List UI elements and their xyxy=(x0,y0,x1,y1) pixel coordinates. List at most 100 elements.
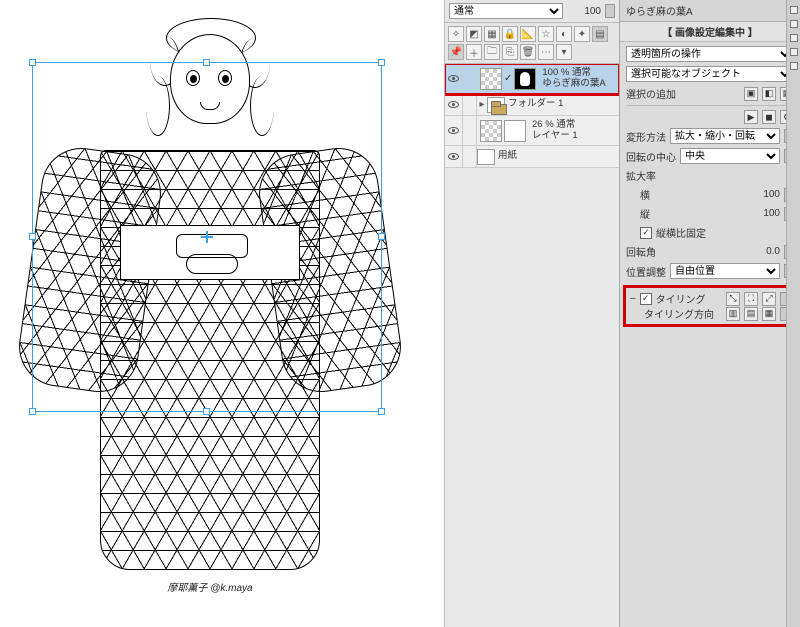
layer-row-folder1[interactable]: ▸ フォルダー 1 xyxy=(445,94,619,116)
tiling-dir-h-icon[interactable]: ▥ xyxy=(726,307,740,321)
visibility-toggle[interactable] xyxy=(445,64,463,93)
bbox-handle-tm[interactable] xyxy=(203,59,210,66)
eye-icon xyxy=(448,101,459,108)
artist-signature: 摩耶薫子 @k.maya xyxy=(167,579,252,594)
lock-cell[interactable] xyxy=(463,146,477,167)
tool-clip-icon[interactable]: ◩ xyxy=(466,26,482,42)
strip-btn-4[interactable] xyxy=(790,48,798,56)
layer-name: 用紙 xyxy=(498,151,619,162)
tiling-expand-icon[interactable]: – xyxy=(630,293,636,304)
bbox-handle-bl[interactable] xyxy=(29,408,36,415)
play-icon[interactable]: ▶ xyxy=(744,110,758,124)
tool-pin-icon[interactable]: 📌 xyxy=(448,44,464,60)
blend-mode-select[interactable]: 通常 xyxy=(449,3,563,19)
layer-row-pattern[interactable]: ✓ 100 % 通常 ゆらぎ麻の葉A xyxy=(445,64,619,94)
bbox-pivot[interactable] xyxy=(201,231,213,243)
add-sel-mode-1-icon[interactable]: ▣ xyxy=(744,87,758,101)
tiling-dir-both-icon[interactable]: ▦ xyxy=(762,307,776,321)
layer-opacity-value: 100 xyxy=(567,6,601,17)
bbox-handle-bm[interactable] xyxy=(203,408,210,415)
prop-panel-title: ゆらぎ麻の葉A xyxy=(620,0,800,22)
transform-method-select[interactable]: 拡大・縮小・回転 xyxy=(670,128,780,144)
scale-header: 拡大率 xyxy=(626,168,656,183)
tool-opts-icon[interactable]: ⋯ xyxy=(538,44,554,60)
layer-opacity-mode: 26 % 通常 xyxy=(532,120,619,131)
tool-delete-icon[interactable]: 🗑 xyxy=(520,44,536,60)
tiling-section-highlight: – タイリング ⤡ ⛶ ⤢ タイリング方向 ▥ ▤ ▦ xyxy=(623,285,797,327)
layer-panel: 通常 100 ✧ ◩ ▦ 🔒 📐 ☆ ◐ ✦ ▤ 📌 ＋ 🗀 ⎘ 🗑 ⋯ ▾ xyxy=(445,0,620,627)
strip-btn-5[interactable] xyxy=(790,62,798,70)
bbox-handle-ml[interactable] xyxy=(29,233,36,240)
tool-more-icon[interactable]: ▾ xyxy=(556,44,572,60)
keep-aspect-checkbox[interactable] xyxy=(640,227,652,239)
transform-method-label: 変形方法 xyxy=(626,129,666,144)
keep-aspect-label: 縦横比固定 xyxy=(656,225,706,240)
layer-row-paper[interactable]: 用紙 xyxy=(445,146,619,168)
tool-new-layer-icon[interactable]: ＋ xyxy=(466,44,482,60)
tool-wand-icon[interactable]: ✧ xyxy=(448,26,464,42)
canvas[interactable]: 摩耶薫子 @k.maya xyxy=(0,0,444,627)
layer-name: ゆらぎ麻の葉A xyxy=(542,79,619,90)
folder-expand-icon[interactable]: ▸ xyxy=(477,99,487,110)
lock-cell[interactable] xyxy=(463,94,477,115)
scale-h-value: 100 xyxy=(742,208,780,219)
transparent-area-select[interactable]: 透明箇所の操作 xyxy=(626,46,794,62)
tool-effect-icon[interactable]: ✦ xyxy=(574,26,590,42)
layer-name: レイヤー 1 xyxy=(532,131,619,142)
tool-lock-alpha-icon[interactable]: ▦ xyxy=(484,26,500,42)
stop-icon[interactable]: ◼ xyxy=(762,110,776,124)
transform-bounding-box[interactable] xyxy=(32,62,382,412)
tool-mask-icon[interactable]: ◐ xyxy=(556,26,572,42)
rotation-label: 回転角 xyxy=(626,244,656,259)
strip-btn-1[interactable] xyxy=(790,6,798,14)
scale-h-label: 縦 xyxy=(640,206,650,221)
visibility-toggle[interactable] xyxy=(445,146,463,167)
strip-btn-3[interactable] xyxy=(790,34,798,42)
prop-section-header: 【 画像設定編集中 】 xyxy=(620,22,800,42)
layer-list: ✓ 100 % 通常 ゆらぎ麻の葉A ▸ フォルダー 1 xyxy=(445,64,619,627)
layer-row-layer1[interactable]: 26 % 通常 レイヤー 1 xyxy=(445,116,619,146)
bbox-handle-mr[interactable] xyxy=(378,233,385,240)
rotation-value: 0.0 xyxy=(742,246,780,257)
position-select[interactable]: 自由位置 xyxy=(670,263,780,279)
bbox-handle-tl[interactable] xyxy=(29,59,36,66)
add-sel-mode-2-icon[interactable]: ◧ xyxy=(762,87,776,101)
layer-thumb-checker xyxy=(480,120,502,142)
eye-icon xyxy=(448,75,459,82)
tool-lock-icon[interactable]: 🔒 xyxy=(502,26,518,42)
canvas-area[interactable]: … × 2202 … 21/27 (100.00 x 105.00mm 裏サイズ… xyxy=(0,0,445,627)
layer-name: フォルダー 1 xyxy=(508,99,619,110)
tool-link-icon[interactable]: ⎘ xyxy=(502,44,518,60)
tiling-mode-1-icon[interactable]: ⤡ xyxy=(726,292,740,306)
scale-w-label: 横 xyxy=(640,187,650,202)
tool-ref-icon[interactable]: ☆ xyxy=(538,26,554,42)
visibility-toggle[interactable] xyxy=(445,94,463,115)
layer-opacity-mode: 100 % 通常 xyxy=(542,68,619,79)
tiling-checkbox[interactable] xyxy=(640,293,652,305)
tool-new-folder-icon[interactable]: 🗀 xyxy=(484,44,500,60)
bbox-handle-tr[interactable] xyxy=(378,59,385,66)
lock-cell[interactable] xyxy=(463,116,477,145)
layer-opacity-stepper[interactable] xyxy=(605,4,615,18)
scale-w-value: 100 xyxy=(742,189,780,200)
bbox-handle-br[interactable] xyxy=(378,408,385,415)
folder-icon xyxy=(487,97,505,113)
tiling-dir-v-icon[interactable]: ▤ xyxy=(744,307,758,321)
lock-cell[interactable] xyxy=(463,64,477,93)
visibility-toggle[interactable] xyxy=(445,116,463,145)
tiling-label: タイリング xyxy=(656,291,706,306)
rotation-center-label: 回転の中心 xyxy=(626,149,676,164)
tiling-dir-label: タイリング方向 xyxy=(644,306,714,321)
selectable-object-select[interactable]: 選択可能なオブジェクト xyxy=(626,66,794,82)
add-selection-label: 選択の追加 xyxy=(626,86,676,101)
tiling-mode-3-icon[interactable]: ⤢ xyxy=(762,292,776,306)
paper-thumb xyxy=(477,149,495,165)
layer-thumb-mask xyxy=(514,68,536,90)
tool-ruler-icon[interactable]: 📐 xyxy=(520,26,536,42)
tiling-mode-2-icon[interactable]: ⛶ xyxy=(744,292,758,306)
check-icon: ✓ xyxy=(504,73,512,84)
tool-grid-icon[interactable]: ▤ xyxy=(592,26,608,42)
rotation-center-select[interactable]: 中央 xyxy=(680,148,780,164)
eye-icon xyxy=(448,153,459,160)
strip-btn-2[interactable] xyxy=(790,20,798,28)
